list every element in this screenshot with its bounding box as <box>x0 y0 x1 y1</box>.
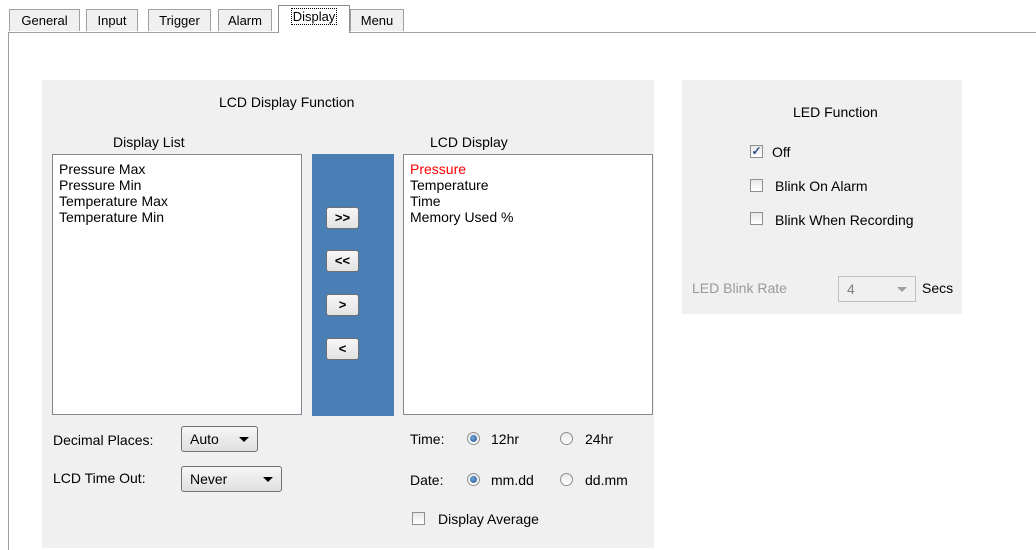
display-average-checkbox[interactable] <box>412 512 425 525</box>
display-average-label: Display Average <box>438 511 539 527</box>
lcd-timeout-label: LCD Time Out: <box>53 470 146 486</box>
tab-trigger[interactable]: Trigger <box>148 9 211 31</box>
time-24hr-radio[interactable] <box>560 432 573 445</box>
list-item[interactable]: Temperature Min <box>59 209 301 225</box>
led-panel-title: LED Function <box>793 104 878 120</box>
secs-label: Secs <box>922 280 954 296</box>
decimal-places-label: Decimal Places: <box>53 432 154 448</box>
checkmark-icon: ✓ <box>751 144 762 158</box>
transfer-buttons-bar <box>312 154 394 416</box>
move-all-left-button[interactable]: << <box>326 250 359 272</box>
time-12hr-label: 12hr <box>491 431 520 447</box>
date-mmdd-label: mm.dd <box>491 472 534 488</box>
list-item[interactable]: Pressure Min <box>59 177 301 193</box>
date-label: Date: <box>410 472 444 488</box>
date-ddmm-radio[interactable] <box>560 473 573 486</box>
tab-page-left-border <box>8 32 9 550</box>
tab-input-label: Input <box>97 13 127 28</box>
blink-on-alarm-checkbox[interactable] <box>750 179 763 192</box>
tab-strip-border <box>8 32 1036 33</box>
led-off-label: Off <box>772 144 791 160</box>
list-item[interactable]: Memory Used % <box>410 209 652 225</box>
tab-alarm[interactable]: Alarm <box>218 9 272 31</box>
date-ddmm-label: dd.mm <box>585 472 628 488</box>
lcd-display-header: LCD Display <box>430 134 508 150</box>
led-blink-rate-label: LED Blink Rate <box>692 280 787 296</box>
led-off-checkbox[interactable]: ✓ <box>750 145 763 158</box>
tab-display[interactable]: Display <box>278 5 350 33</box>
lcd-display-box[interactable]: Pressure Temperature Time Memory Used % <box>403 154 653 415</box>
chevron-down-icon <box>263 477 273 482</box>
lcd-timeout-select[interactable]: Never <box>181 466 282 492</box>
tab-general-label: General <box>21 13 68 28</box>
blink-when-recording-checkbox[interactable] <box>750 212 763 225</box>
list-item[interactable]: Pressure Max <box>59 161 301 177</box>
date-mmdd-radio[interactable] <box>467 473 480 486</box>
tab-display-label: Display <box>290 8 338 25</box>
move-left-button[interactable]: < <box>326 338 359 360</box>
chevron-down-icon <box>897 287 907 292</box>
decimal-places-value: Auto <box>190 431 219 447</box>
led-blink-rate-select[interactable]: 4 <box>838 276 916 302</box>
tab-input[interactable]: Input <box>86 9 138 31</box>
time-label: Time: <box>410 431 445 447</box>
display-list-header: Display List <box>113 134 185 150</box>
tab-alarm-label: Alarm <box>228 13 262 28</box>
lcd-timeout-value: Never <box>190 471 228 487</box>
blink-when-recording-label: Blink When Recording <box>775 212 914 228</box>
tab-trigger-label: Trigger <box>159 13 200 28</box>
blink-on-alarm-label: Blink On Alarm <box>775 178 868 194</box>
list-item[interactable]: Time <box>410 193 652 209</box>
chevron-down-icon <box>239 437 249 442</box>
move-right-button[interactable]: > <box>326 294 359 316</box>
decimal-places-select[interactable]: Auto <box>181 426 258 452</box>
time-24hr-label: 24hr <box>585 431 614 447</box>
lcd-panel-title: LCD Display Function <box>219 94 355 110</box>
list-item[interactable]: Temperature <box>410 177 652 193</box>
display-list-box[interactable]: Pressure Max Pressure Min Temperature Ma… <box>52 154 302 415</box>
move-all-right-button[interactable]: >> <box>326 207 359 229</box>
tab-menu-label: Menu <box>360 13 394 28</box>
list-item-selected[interactable]: Pressure <box>410 161 652 177</box>
tab-general[interactable]: General <box>9 9 80 31</box>
time-12hr-radio[interactable] <box>467 432 480 445</box>
led-blink-rate-value: 4 <box>847 281 855 297</box>
list-item[interactable]: Temperature Max <box>59 193 301 209</box>
tab-menu[interactable]: Menu <box>350 9 404 31</box>
